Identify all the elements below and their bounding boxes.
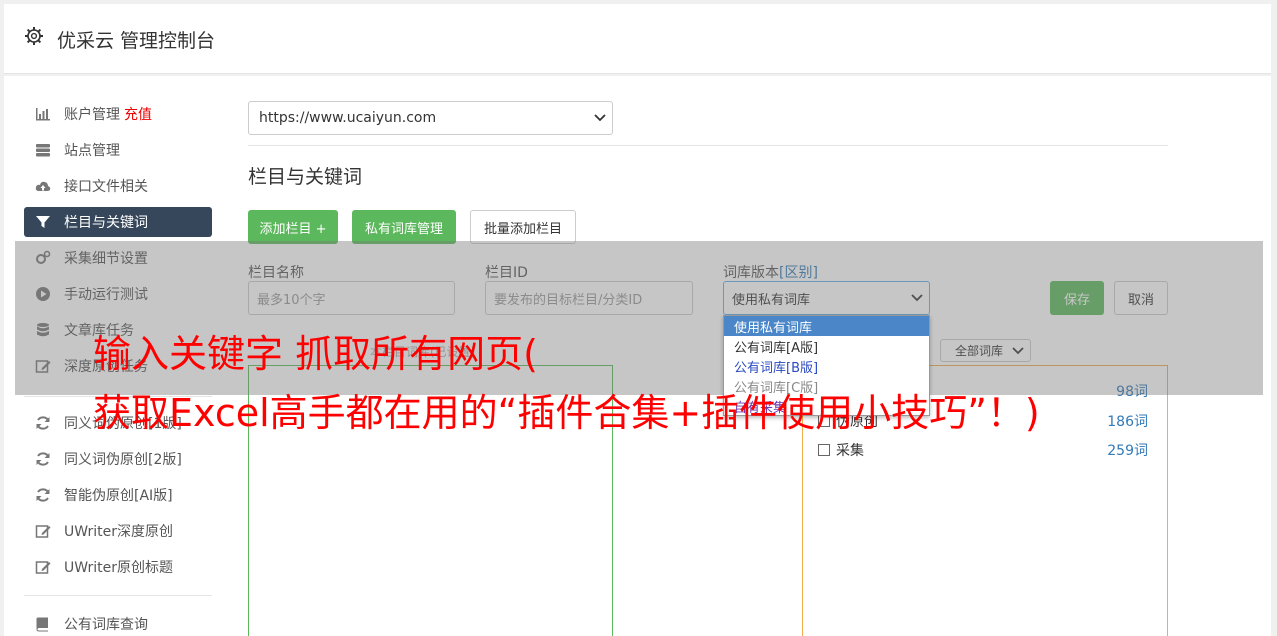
sidebar-item-label: 智能伪原创[AI版] xyxy=(64,488,173,504)
sidebar-item-label: 接口文件相关 xyxy=(64,179,148,195)
sidebar-item-interface[interactable]: 接口文件相关 xyxy=(24,171,212,201)
private-lib-button[interactable]: 私有词库管理 xyxy=(352,210,456,244)
section-title: 栏目与关键词 xyxy=(248,166,363,188)
sidebar-item-label: 同义词伪原创[2版] xyxy=(64,452,182,468)
console-title: 优采云 管理控制台 xyxy=(57,30,216,52)
dropdown-option[interactable]: 公有词库[A版] xyxy=(724,336,929,356)
add-column-button[interactable]: 添加栏目 + xyxy=(248,210,338,244)
refresh-icon xyxy=(36,452,50,466)
sidebar-item-label: UWriter深度原创 xyxy=(64,524,173,540)
lib-count: 186词 xyxy=(1107,414,1148,430)
sidebar-item-uwriter-title[interactable]: UWriter原创标题 xyxy=(24,552,212,582)
sidebar-item-label: 账户管理 xyxy=(64,107,120,123)
dropdown-option[interactable]: 使用私有词库 xyxy=(724,316,929,336)
lib-name: 采集 xyxy=(836,443,864,459)
sidebar-item-uwriter-deep[interactable]: UWriter深度原创 xyxy=(24,516,212,546)
sidebar-item-synonym-v2[interactable]: 同义词伪原创[2版] xyxy=(24,444,212,474)
book-icon xyxy=(36,617,48,632)
edit-icon xyxy=(35,561,51,574)
cloud-upload-icon xyxy=(35,181,51,191)
refresh-icon xyxy=(36,488,50,502)
chevron-down-icon xyxy=(594,114,606,122)
watermark-line-2: 获取Excel高手都在用的“插件合集+插件使用小技巧”！) xyxy=(93,391,1040,435)
lib-checkbox[interactable] xyxy=(818,444,830,456)
batch-add-button[interactable]: 批量添加栏目 xyxy=(470,210,576,244)
sidebar-item-columns[interactable]: 栏目与关键词 xyxy=(24,207,212,237)
sidebar-item-label: 站点管理 xyxy=(64,143,120,159)
sidebar-item-label: UWriter原创标题 xyxy=(64,560,173,576)
sidebar-item-public-lib[interactable]: 公有词库查询 xyxy=(24,609,212,636)
site-select[interactable]: https://www.ucaiyun.com xyxy=(248,101,613,135)
sidebar-item-account[interactable]: 账户管理 充值 xyxy=(24,99,212,129)
filter-icon xyxy=(36,216,50,228)
top-header: 优采云 管理控制台 xyxy=(4,4,1271,74)
dropdown-option[interactable]: 公有词库[B版] xyxy=(724,356,929,376)
site-select-value: https://www.ucaiyun.com xyxy=(259,110,437,126)
recharge-link[interactable]: 充值 xyxy=(124,104,152,124)
divider xyxy=(248,145,1168,146)
refresh-icon xyxy=(36,416,50,430)
sidebar-item-ai-original[interactable]: 智能伪原创[AI版] xyxy=(24,480,212,510)
gear-icon xyxy=(25,27,43,45)
sidebar-item-label: 公有词库查询 xyxy=(64,617,148,633)
sidebar-item-label: 栏目与关键词 xyxy=(64,215,148,231)
watermark-line-1: 输入关键字 抓取所有网页( xyxy=(93,332,538,376)
bar-chart-icon xyxy=(36,108,50,121)
lib-row[interactable]: 采集 259词 xyxy=(818,439,1148,461)
server-icon xyxy=(36,144,50,157)
sidebar-item-sites[interactable]: 站点管理 xyxy=(24,135,212,165)
edit-icon xyxy=(35,525,51,538)
lib-count: 259词 xyxy=(1107,443,1148,459)
sidebar-divider xyxy=(24,595,212,596)
